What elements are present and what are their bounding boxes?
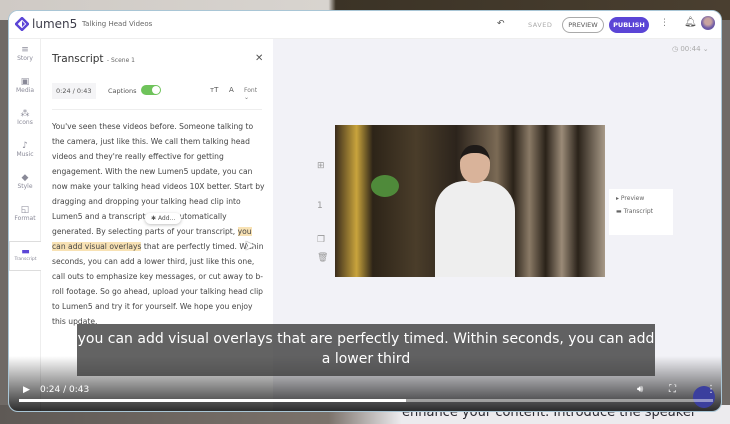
transcript-label: Transcript	[623, 208, 654, 215]
caption-line-1: you can add visual overlays that are per…	[77, 331, 655, 347]
progress-bar[interactable]	[19, 399, 713, 402]
scene-video-thumbnail[interactable]	[335, 125, 605, 277]
scene-number: 1	[317, 201, 323, 211]
shapes-icon: ⁂	[20, 109, 30, 119]
font-dropdown[interactable]: Font ⌄	[244, 87, 262, 101]
close-icon[interactable]: ✕	[255, 53, 263, 64]
paint-icon: ◆	[21, 173, 29, 183]
add-scene-icon[interactable]: ⊞	[317, 161, 325, 171]
top-bar: lumen5 Talking Head Videos ↶ SAVED PREVI…	[9, 11, 721, 39]
rail-item-story[interactable]: ≡ Story	[9, 45, 41, 62]
lines-icon: ≡	[21, 45, 29, 55]
image-icon: ▣	[20, 77, 30, 87]
trash-icon[interactable]: 🗑︎	[317, 253, 328, 263]
duration[interactable]: ◷ 00:44 ⌄	[672, 45, 709, 53]
fullscreen-icon[interactable]: ⛶	[669, 384, 676, 395]
logo[interactable]: lumen5	[15, 17, 77, 31]
rail-item-icons[interactable]: ⁂ Icons	[9, 109, 41, 126]
add-overlay-bubble[interactable]: ✱ Add...	[145, 213, 182, 224]
avatar[interactable]	[701, 16, 715, 30]
speaker-image	[430, 145, 520, 277]
logo-text: lumen5	[32, 17, 78, 31]
resize-icon: ◱	[20, 205, 30, 215]
rail-item-media[interactable]: ▣ Media	[9, 77, 41, 94]
rail-item-format[interactable]: ◱ Format	[9, 205, 41, 222]
duration-text: 00:44	[680, 45, 701, 53]
more-icon[interactable]: ⋮	[660, 18, 669, 28]
font-label: Font	[244, 87, 258, 94]
progress-fill	[19, 399, 407, 402]
caption-overlay: you can add visual overlays that are per…	[77, 324, 655, 376]
scene-context-menu: ▸ Preview ▬ Transcript	[609, 189, 673, 235]
saved-status: SAVED	[528, 21, 553, 29]
rail-item-music[interactable]: ♪ Music	[9, 141, 41, 158]
undo-icon[interactable]: ↶	[497, 19, 505, 29]
play-icon[interactable]: ▶	[23, 385, 30, 395]
transcript-text-after[interactable]: that are perfectly timed. Within seconds…	[52, 242, 264, 326]
bell-icon[interactable]: 🔔︎	[684, 17, 697, 28]
rail-item-transcript[interactable]: ▬ Transcript	[9, 241, 41, 271]
text-size-icon[interactable]: ᴛT	[210, 86, 218, 94]
title-text: Transcript	[52, 53, 104, 65]
captions-label: Captions	[108, 87, 137, 95]
time-display: 0:24 / 0:43	[52, 83, 96, 99]
scene-label: - Scene 1	[106, 57, 135, 64]
menu-item-transcript[interactable]: ▬ Transcript	[609, 202, 673, 215]
video-frame: lumen5 Talking Head Videos ↶ SAVED PREVI…	[8, 10, 722, 412]
note-icon: ♪	[22, 141, 28, 151]
text-color-icon[interactable]: A	[229, 86, 234, 94]
rail-item-style[interactable]: ◆ Style	[9, 173, 41, 190]
caption-line-2: a lower third	[321, 351, 411, 367]
captions-toggle[interactable]	[141, 85, 161, 95]
preview-label: Preview	[620, 195, 645, 202]
project-title[interactable]: Talking Head Videos	[82, 20, 152, 28]
captions-icon: ▬	[21, 247, 30, 257]
volume-icon[interactable]: 🔊︎	[637, 384, 643, 395]
preview-button[interactable]: PREVIEW	[562, 17, 604, 33]
divider	[52, 109, 262, 110]
add-label: Add...	[157, 215, 176, 222]
menu-item-preview[interactable]: ▸ Preview	[609, 189, 673, 202]
transcript-toolbar: 0:24 / 0:43 Captions ᴛT A Font ⌄	[52, 83, 262, 101]
duplicate-icon[interactable]: ❐	[317, 235, 325, 245]
player-more-icon[interactable]: ⋮	[706, 384, 716, 395]
panel-title: Transcript - Scene 1	[52, 53, 135, 65]
mouse-cursor-icon: ➤	[244, 238, 256, 254]
player-time: 0:24 / 0:43	[40, 385, 90, 395]
lumen5-logo-icon	[15, 17, 29, 31]
transcript-text[interactable]: You've seen these videos before. Someone…	[52, 119, 266, 329]
publish-button[interactable]: PUBLISH	[609, 17, 649, 33]
plant-image	[371, 175, 399, 197]
